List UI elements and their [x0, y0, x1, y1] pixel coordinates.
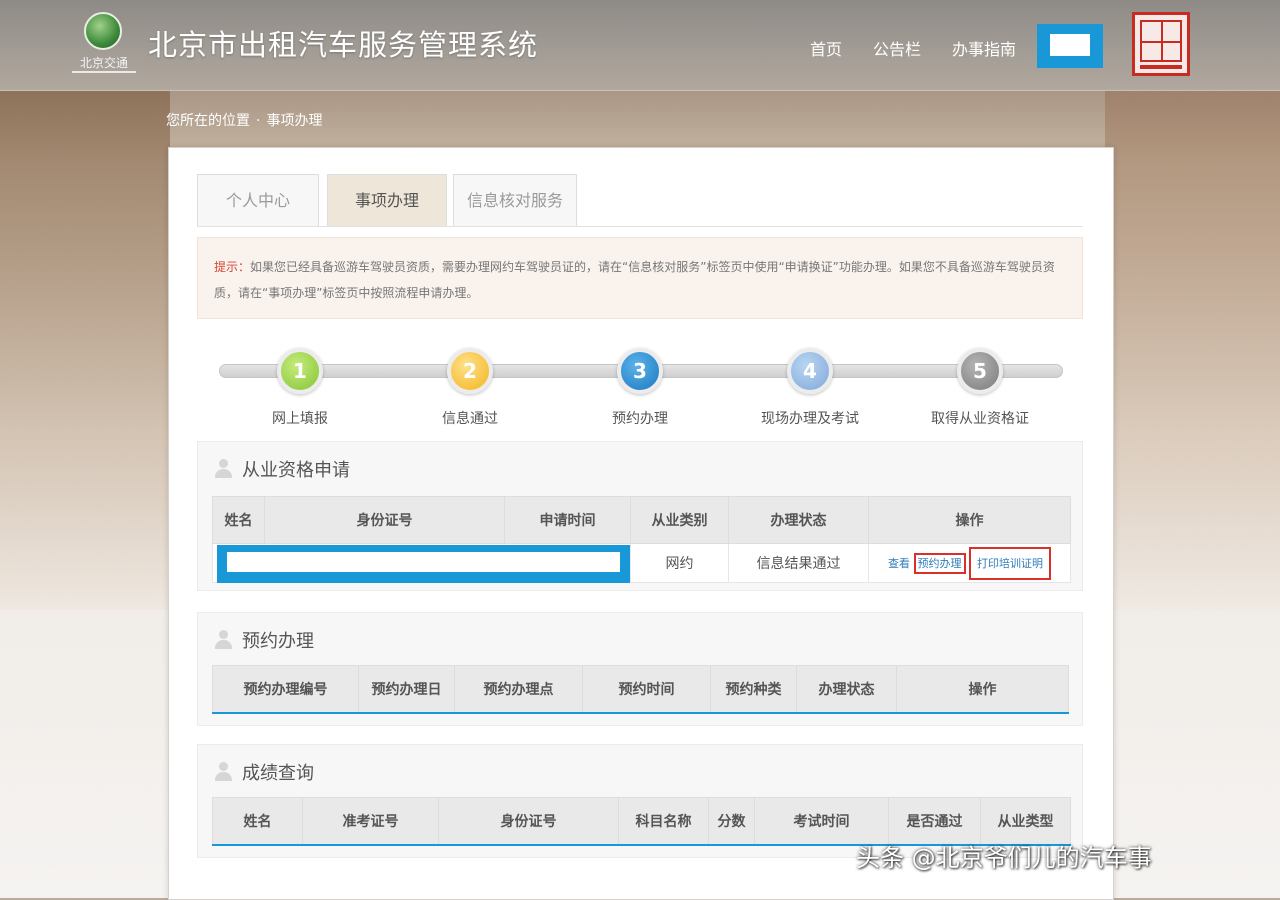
tip-notice: 提示：如果您已经具备巡游车驾驶员资质，需要办理网约车驾驶员证的，请在“信息核对服… — [197, 237, 1083, 319]
col-header: 分数 — [708, 797, 755, 846]
category-cell: 网约 — [630, 543, 729, 583]
logo-text: 北京交通 — [72, 54, 136, 73]
nav-home-link[interactable]: 首页 — [810, 36, 842, 60]
print-certificate-link[interactable]: 打印培训证明 — [969, 547, 1051, 580]
col-header: 预约时间 — [582, 665, 711, 714]
qualification-section: 从业资格申请 姓名 身份证号 申请时间 从业类别 办理状态 操作 网约 信息结果… — [197, 441, 1083, 591]
step-1-label: 网上填报 — [272, 411, 328, 427]
person-icon — [214, 459, 232, 479]
background-right — [1105, 90, 1280, 610]
seal-icon — [1132, 12, 1190, 76]
step-4-label: 现场办理及考试 — [761, 411, 859, 427]
actions-cell: 查看 预约办理 打印培训证明 — [868, 543, 1071, 583]
col-header: 预约种类 — [710, 665, 797, 714]
col-header: 办理状态 — [728, 496, 869, 544]
tab-matters[interactable]: 事项办理 — [327, 174, 447, 226]
step-3-label: 预约办理 — [612, 411, 668, 427]
col-header: 身份证号 — [438, 797, 619, 846]
appointment-table: 预约办理编号 预约办理日 预约办理点 预约时间 预约种类 办理状态 操作 — [212, 665, 1069, 714]
section-title: 从业资格申请 — [242, 460, 350, 481]
breadcrumb-separator: · — [256, 113, 261, 129]
col-header: 操作 — [868, 496, 1071, 544]
col-header: 预约办理编号 — [212, 665, 359, 714]
col-header: 预约办理日 — [358, 665, 455, 714]
breadcrumb-label: 您所在的位置 — [166, 113, 250, 129]
col-header: 办理状态 — [796, 665, 897, 714]
user-account-redacted[interactable] — [1037, 24, 1103, 68]
logo[interactable]: 北京交通 — [72, 10, 136, 74]
reserve-link[interactable]: 预约办理 — [913, 553, 966, 574]
breadcrumb: 您所在的位置 · 事项办理 — [166, 110, 322, 130]
col-header: 预约办理点 — [454, 665, 583, 714]
site-title: 北京市出租汽车服务管理系统 — [148, 28, 539, 62]
person-icon — [214, 630, 232, 650]
watermark: 头条 @北京爷们儿的汽车事 — [856, 844, 1152, 872]
appointment-section: 预约办理 预约办理编号 预约办理日 预约办理点 预约时间 预约种类 办理状态 操… — [197, 612, 1083, 726]
globe-icon — [84, 12, 122, 50]
tab-personal-center[interactable]: 个人中心 — [197, 174, 319, 226]
redaction-mask — [217, 545, 630, 583]
nav-notice-link[interactable]: 公告栏 — [873, 36, 921, 60]
step-5-label: 取得从业资格证 — [931, 411, 1029, 427]
col-header: 身份证号 — [264, 496, 505, 544]
table-row: 网约 信息结果通过 查看 预约办理 打印培训证明 — [212, 543, 1071, 583]
step-5-circle: 5 — [957, 348, 1003, 394]
progress-steps: 1 2 3 4 5 网上填报 信息通过 预约办理 现场办理及考试 取得从业资格证 — [219, 348, 1063, 428]
status-cell: 信息结果通过 — [728, 543, 869, 583]
step-4-circle: 4 — [787, 348, 833, 394]
col-header: 从业类别 — [630, 496, 729, 544]
col-header: 操作 — [896, 665, 1069, 714]
col-header: 姓名 — [212, 496, 265, 544]
view-link[interactable]: 查看 — [888, 557, 910, 570]
col-header: 姓名 — [212, 797, 303, 846]
step-2-label: 信息通过 — [442, 411, 498, 427]
header: 北京交通 北京市出租汽车服务管理系统 首页 公告栏 办事指南 — [0, 0, 1280, 91]
person-icon — [214, 762, 232, 782]
qualification-table: 姓名 身份证号 申请时间 从业类别 办理状态 操作 网约 信息结果通过 查看 预… — [212, 496, 1071, 583]
redacted-cells — [212, 543, 631, 583]
col-header: 准考证号 — [302, 797, 439, 846]
col-header: 科目名称 — [618, 797, 709, 846]
main-panel: 个人中心 事项办理 信息核对服务 提示：如果您已经具备巡游车驾驶员资质，需要办理… — [168, 147, 1114, 900]
step-3-circle: 3 — [617, 348, 663, 394]
nav-guide-link[interactable]: 办事指南 — [952, 36, 1016, 60]
col-header: 申请时间 — [504, 496, 631, 544]
breadcrumb-current[interactable]: 事项办理 — [266, 113, 322, 129]
section-title: 预约办理 — [242, 631, 314, 652]
tab-info-check[interactable]: 信息核对服务 — [453, 174, 577, 226]
background-left — [0, 90, 170, 610]
table-header-row: 预约办理编号 预约办理日 预约办理点 预约时间 预约种类 办理状态 操作 — [212, 665, 1069, 714]
tip-label: 提示： — [214, 260, 251, 274]
section-title: 成绩查询 — [242, 763, 314, 784]
tab-divider — [197, 226, 1083, 227]
table-header-row: 姓名 身份证号 申请时间 从业类别 办理状态 操作 — [212, 496, 1071, 544]
redacted-block — [1050, 34, 1090, 56]
step-1-circle: 1 — [277, 348, 323, 394]
step-2-circle: 2 — [447, 348, 493, 394]
tip-text: 如果您已经具备巡游车驾驶员资质，需要办理网约车驾驶员证的，请在“信息核对服务”标… — [214, 260, 1055, 300]
